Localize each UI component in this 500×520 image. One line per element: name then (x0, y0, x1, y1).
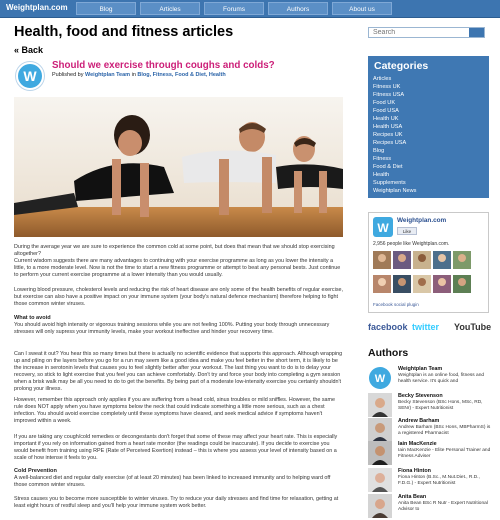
youtube-link[interactable]: YouTube (454, 322, 491, 332)
site-logo-text[interactable]: Weightplan.com (6, 3, 68, 12)
category-recipes-usa[interactable]: Recipes USA (373, 140, 406, 146)
paragraph-stress: Stress causes you to become more suscept… (14, 496, 339, 509)
fb-fan-avatar[interactable] (453, 251, 471, 269)
category-weightplan-news[interactable]: Weightplan News (373, 188, 416, 194)
weightplan-logo-icon: W (16, 62, 44, 90)
svg-text:W: W (375, 373, 386, 385)
author-description: Andrew Barham (BSc Hons, MBPharmS) is a … (398, 425, 491, 436)
category-fitness[interactable]: Fitness (373, 156, 391, 162)
paragraph-avoid: You should avoid high intensity or vigor… (14, 322, 330, 335)
author-description: Fiona Hinton (B.Sc., M.Nut.Diet., R.D., … (398, 475, 480, 486)
subheading-what-to-avoid: What to avoid (14, 315, 51, 321)
paragraph-sweat-it-out: Can I sweat it out? You hear this so man… (14, 351, 343, 392)
author-name[interactable]: Fiona Hinton (398, 468, 431, 474)
author-name[interactable]: Becky Stevenson (398, 393, 443, 399)
fb-page-name[interactable]: Weightplan.com (397, 217, 446, 224)
category-fitness-usa[interactable]: Fitness USA (373, 92, 404, 98)
paragraph-current-wisdom: Current wisdom suggests there are many a… (14, 258, 341, 278)
fb-like-count: 2,956 people like Weightplan.com. (373, 241, 450, 247)
category-health-uk[interactable]: Health UK (373, 116, 399, 122)
twitter-link[interactable]: twitter (412, 322, 439, 332)
facebook-like-box: W Weightplan.com Like 2,956 people like … (368, 212, 489, 313)
back-link[interactable]: « Back (14, 45, 43, 55)
category-health[interactable]: Health (373, 172, 389, 178)
social-links: facebook twitter YouTube (368, 322, 491, 334)
fb-fan-avatar[interactable] (393, 251, 411, 269)
fb-like-button[interactable]: Like (397, 227, 417, 235)
author-avatar-becky[interactable] (368, 393, 392, 417)
weightplan-fb-logo-icon: W (373, 217, 393, 237)
category-recipes-uk[interactable]: Recipes UK (373, 132, 403, 138)
search-button[interactable] (469, 28, 484, 37)
nav-articles[interactable]: Articles (140, 2, 200, 15)
category-supplements[interactable]: Supplements (373, 180, 406, 186)
category-blog[interactable]: Blog (373, 148, 384, 154)
categories-panel: Categories Articles Fitness UK Fitness U… (368, 56, 489, 198)
category-food-diet[interactable]: Food & Diet (373, 164, 403, 170)
author-avatar-iain[interactable] (368, 441, 392, 465)
page-heading: Health, food and fitness articles (14, 24, 234, 40)
article-photo-people-pushups (14, 97, 343, 237)
byline-category-links[interactable]: Blog, Fitness, Food & Diet, Health (137, 72, 225, 78)
fb-fan-avatar[interactable] (453, 275, 471, 293)
fb-fan-avatar[interactable] (433, 251, 451, 269)
paragraph-prevention: A well-balanced diet and regular daily e… (14, 475, 331, 488)
article-title[interactable]: Should we exercise through coughs and co… (52, 60, 275, 71)
author-avatar-anita[interactable] (368, 494, 392, 518)
fb-fan-avatar[interactable] (433, 275, 451, 293)
author-description: Becky Stevenson (BSc Hons, MSc, RD, SENr… (398, 400, 483, 411)
search-input[interactable] (368, 27, 485, 38)
category-food-uk[interactable]: Food UK (373, 100, 395, 106)
fb-fan-avatar[interactable] (373, 275, 391, 293)
fb-fan-avatar[interactable] (373, 251, 391, 269)
paragraph-intro: During the average year we are sure to e… (14, 244, 335, 257)
fb-fan-avatar[interactable] (413, 275, 431, 293)
authors-title: Authors (368, 347, 409, 359)
paragraph-remedies: If you are taking any cough/cold remedie… (14, 434, 338, 461)
svg-text:W: W (377, 221, 389, 235)
fb-fan-avatar[interactable] (413, 251, 431, 269)
author-name[interactable]: Anita Bean (398, 494, 426, 500)
nav-about-us[interactable]: About us (332, 2, 392, 15)
author-description: Anita Bean BSc R Nutr - Expert Nutrition… (398, 501, 488, 512)
byline-prefix: Published by (52, 72, 86, 78)
subheading-cold-prevention: Cold Prevention (14, 468, 57, 474)
author-avatar-fiona[interactable] (368, 468, 392, 492)
nav-authors[interactable]: Authors (268, 2, 328, 15)
article-byline: Published by Weightplan Team in Blog, Fi… (52, 72, 226, 78)
fb-fan-avatar[interactable] (393, 275, 411, 293)
author-avatar-andrew[interactable] (368, 418, 392, 442)
category-fitness-uk[interactable]: Fitness UK (373, 84, 400, 90)
fb-social-plugin-label[interactable]: Facebook social plugin (373, 302, 419, 307)
category-articles[interactable]: Articles (373, 76, 391, 82)
author-name[interactable]: Andrew Barham (398, 418, 439, 424)
nav-forums[interactable]: Forums (204, 2, 264, 15)
category-health-usa[interactable]: Health USA (373, 124, 402, 130)
author-description: Iain MacKenzie - Elite Personal Trainer … (398, 448, 491, 459)
svg-text:W: W (23, 68, 37, 84)
categories-title: Categories (374, 60, 429, 72)
paragraph-benefits: Lowering blood pressure, cholesterol lev… (14, 287, 344, 307)
paragraph-head-cold: However, remember this approach only app… (14, 397, 335, 424)
byline-author-link[interactable]: Weightplan Team (85, 72, 130, 78)
nav-blog[interactable]: Blog (76, 2, 136, 15)
author-description: Weightplan is an online food, fitness an… (398, 373, 485, 384)
author-name[interactable]: Iain MacKenzie (398, 441, 437, 447)
category-food-usa[interactable]: Food USA (373, 108, 399, 114)
author-name[interactable]: Weightplan Team (398, 366, 442, 372)
author-avatar-weightplan[interactable]: W (368, 366, 392, 390)
top-navigation-bar: Weightplan.com Blog Articles Forums Auth… (0, 0, 500, 18)
facebook-link[interactable]: facebook (368, 322, 408, 332)
